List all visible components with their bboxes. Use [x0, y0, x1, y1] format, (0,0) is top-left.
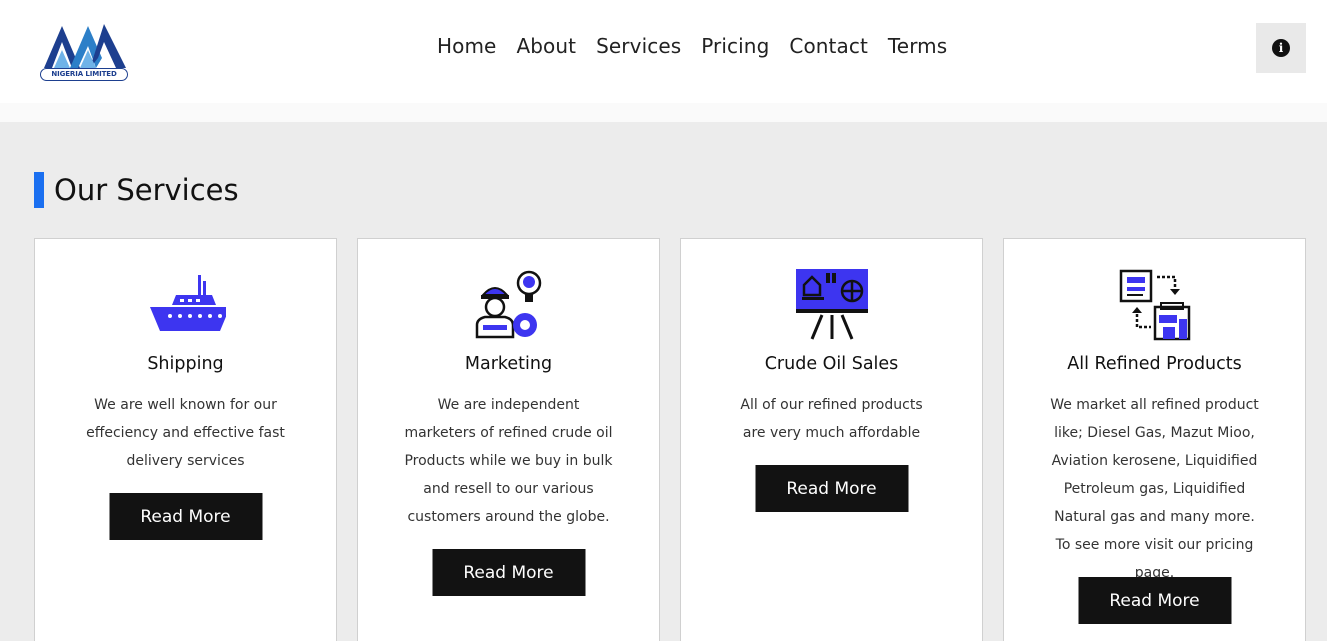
card-text: All of our refined products are very muc…: [740, 397, 923, 441]
section-title: Our Services: [54, 173, 239, 207]
logo-mark-icon: [44, 24, 126, 68]
refined-products-icon: [1119, 269, 1190, 341]
service-card-marketing: Marketing We are independent marketers o…: [357, 238, 660, 641]
read-more-button[interactable]: Read More: [432, 549, 585, 596]
ship-icon: [149, 275, 226, 331]
info-button[interactable]: i: [1256, 23, 1306, 73]
nav-home[interactable]: Home: [437, 34, 496, 58]
read-more-button[interactable]: Read More: [755, 465, 908, 512]
card-text: We are independent marketers of refined …: [404, 397, 613, 525]
card-text: We market all refined product like; Dies…: [1050, 397, 1259, 581]
nav-about[interactable]: About: [516, 34, 576, 58]
section-accent-bar: [34, 172, 44, 208]
service-card-shipping: Shipping We are well known for our effec…: [34, 238, 337, 641]
nav-contact[interactable]: Contact: [789, 34, 868, 58]
nav-pricing[interactable]: Pricing: [701, 34, 769, 58]
service-card-refined-products: All Refined Products We market all refin…: [1003, 238, 1306, 641]
service-card-crude-oil-sales: Crude Oil Sales All of our refined produ…: [680, 238, 983, 641]
card-text: We are well known for our effeciency and…: [86, 397, 285, 469]
card-title: Crude Oil Sales: [764, 354, 899, 374]
nav-services[interactable]: Services: [596, 34, 681, 58]
worker-idea-icon: [475, 270, 541, 339]
info-circle-icon: i: [1272, 39, 1290, 57]
nav-terms[interactable]: Terms: [888, 34, 947, 58]
card-title: Marketing: [464, 354, 553, 374]
section-heading: Our Services: [34, 172, 239, 208]
header-divider: [0, 103, 1327, 122]
read-more-button[interactable]: Read More: [1078, 577, 1231, 624]
main-nav: Home About Services Pricing Contact Term…: [437, 34, 947, 58]
company-logo[interactable]: NIGERIA LIMITED: [40, 20, 128, 82]
site-header: NIGERIA LIMITED Home About Services Pric…: [0, 0, 1327, 103]
logo-text: NIGERIA LIMITED: [40, 68, 128, 81]
card-title: Shipping: [147, 354, 224, 374]
card-title: All Refined Products: [1067, 354, 1242, 374]
read-more-button[interactable]: Read More: [109, 493, 262, 540]
presentation-board-icon: [795, 269, 868, 340]
